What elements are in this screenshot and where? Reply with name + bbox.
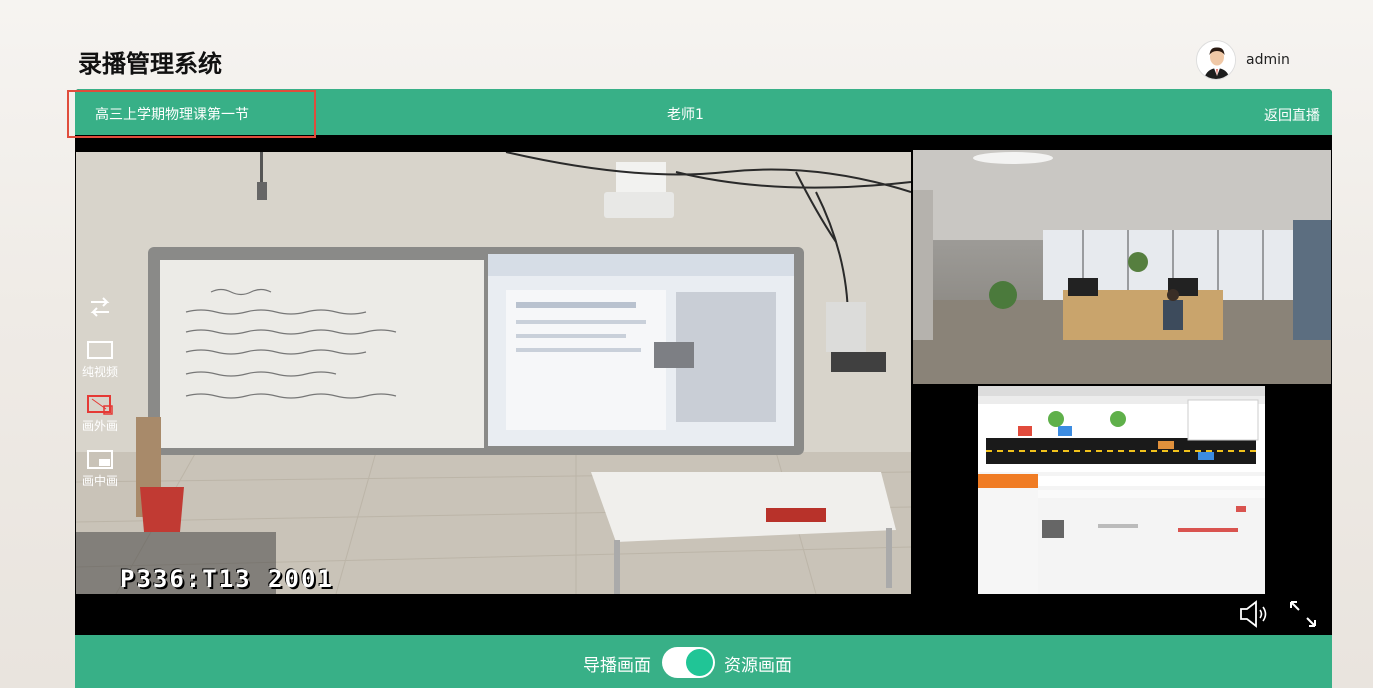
screen-capture-scene — [978, 386, 1265, 594]
video-area: P336:T13 2001 纯视频 画外画 画中画 — [75, 135, 1332, 635]
swap-arrows-icon — [90, 297, 110, 317]
user-name[interactable]: admin — [1246, 52, 1290, 68]
inside-pip-icon — [87, 450, 113, 469]
teacher-name: 老师1 — [667, 107, 704, 123]
inside-pip-label: 画中画 — [81, 474, 118, 488]
classroom-scene — [76, 152, 911, 594]
player-controls — [1238, 599, 1318, 629]
view-mode-toggle[interactable] — [662, 647, 715, 678]
back-to-live-link[interactable]: 返回直播 — [1264, 105, 1320, 125]
single-screen-icon — [87, 341, 113, 359]
player-footer: 导播画面 资源画面 — [75, 635, 1332, 688]
player-panel: 高三上学期物理课第一节 老师1 返回直播 P336:T13 2001 纯视频 画… — [75, 89, 1332, 688]
course-title: 高三上学期物理课第一节 — [95, 107, 249, 123]
secondary-video-feed[interactable] — [913, 150, 1331, 384]
resource-view-label: 资源画面 — [724, 656, 792, 676]
outside-pip-label: 画外画 — [81, 419, 118, 433]
video-osd-text: P336:T13 2001 — [120, 565, 334, 593]
avatar[interactable] — [1196, 40, 1236, 80]
volume-icon[interactable] — [1238, 599, 1270, 629]
toggle-knob — [686, 649, 713, 676]
swap-feeds-button[interactable] — [79, 295, 121, 321]
office-scene — [913, 150, 1331, 384]
outside-pip-button[interactable]: 画外画 — [79, 395, 121, 434]
main-video-feed[interactable]: P336:T13 2001 — [76, 152, 911, 594]
resource-video-feed[interactable] — [978, 386, 1265, 594]
outside-pip-icon — [87, 395, 113, 415]
player-header: 高三上学期物理课第一节 老师1 返回直播 — [75, 89, 1332, 135]
user-menu[interactable]: admin — [1196, 40, 1290, 80]
pure-video-label: 纯视频 — [81, 365, 118, 379]
avatar-icon — [1197, 41, 1235, 79]
director-view-label: 导播画面 — [583, 656, 651, 676]
app-title: 录播管理系统 — [78, 50, 222, 78]
inside-pip-button[interactable]: 画中画 — [79, 450, 121, 489]
fullscreen-icon[interactable] — [1288, 599, 1318, 629]
pure-video-button[interactable]: 纯视频 — [79, 341, 121, 380]
